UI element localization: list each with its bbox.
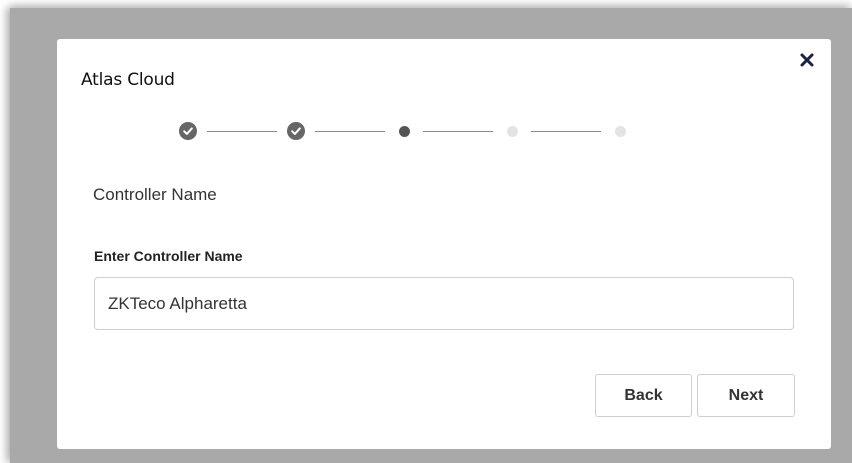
step-2 xyxy=(287,122,305,140)
step-complete-indicator xyxy=(287,122,305,140)
check-icon xyxy=(291,127,301,135)
close-button[interactable] xyxy=(799,52,815,68)
step-connector xyxy=(531,130,601,132)
step-1 xyxy=(179,122,197,140)
current-step-dot-icon xyxy=(398,125,410,137)
section-title: Controller Name xyxy=(93,185,217,204)
step-connector xyxy=(207,130,277,132)
pending-step-dot-icon xyxy=(614,125,626,137)
check-icon xyxy=(183,127,193,135)
step-complete-indicator xyxy=(179,122,197,140)
step-connector xyxy=(315,130,385,132)
step-5 xyxy=(611,122,629,140)
controller-name-input[interactable] xyxy=(94,277,794,330)
step-4 xyxy=(503,122,521,140)
back-button[interactable]: Back xyxy=(595,374,692,417)
pending-step-dot-icon xyxy=(506,125,518,137)
app-title: Atlas Cloud xyxy=(81,70,175,90)
close-icon xyxy=(800,53,814,67)
step-3 xyxy=(395,122,413,140)
controller-wizard-dialog: Atlas Cloud Controller Name Enter Contro… xyxy=(57,39,831,449)
next-button[interactable]: Next xyxy=(697,374,795,417)
controller-name-label: Enter Controller Name xyxy=(94,248,243,264)
step-connector xyxy=(423,130,493,132)
wizard-stepper xyxy=(179,122,629,140)
